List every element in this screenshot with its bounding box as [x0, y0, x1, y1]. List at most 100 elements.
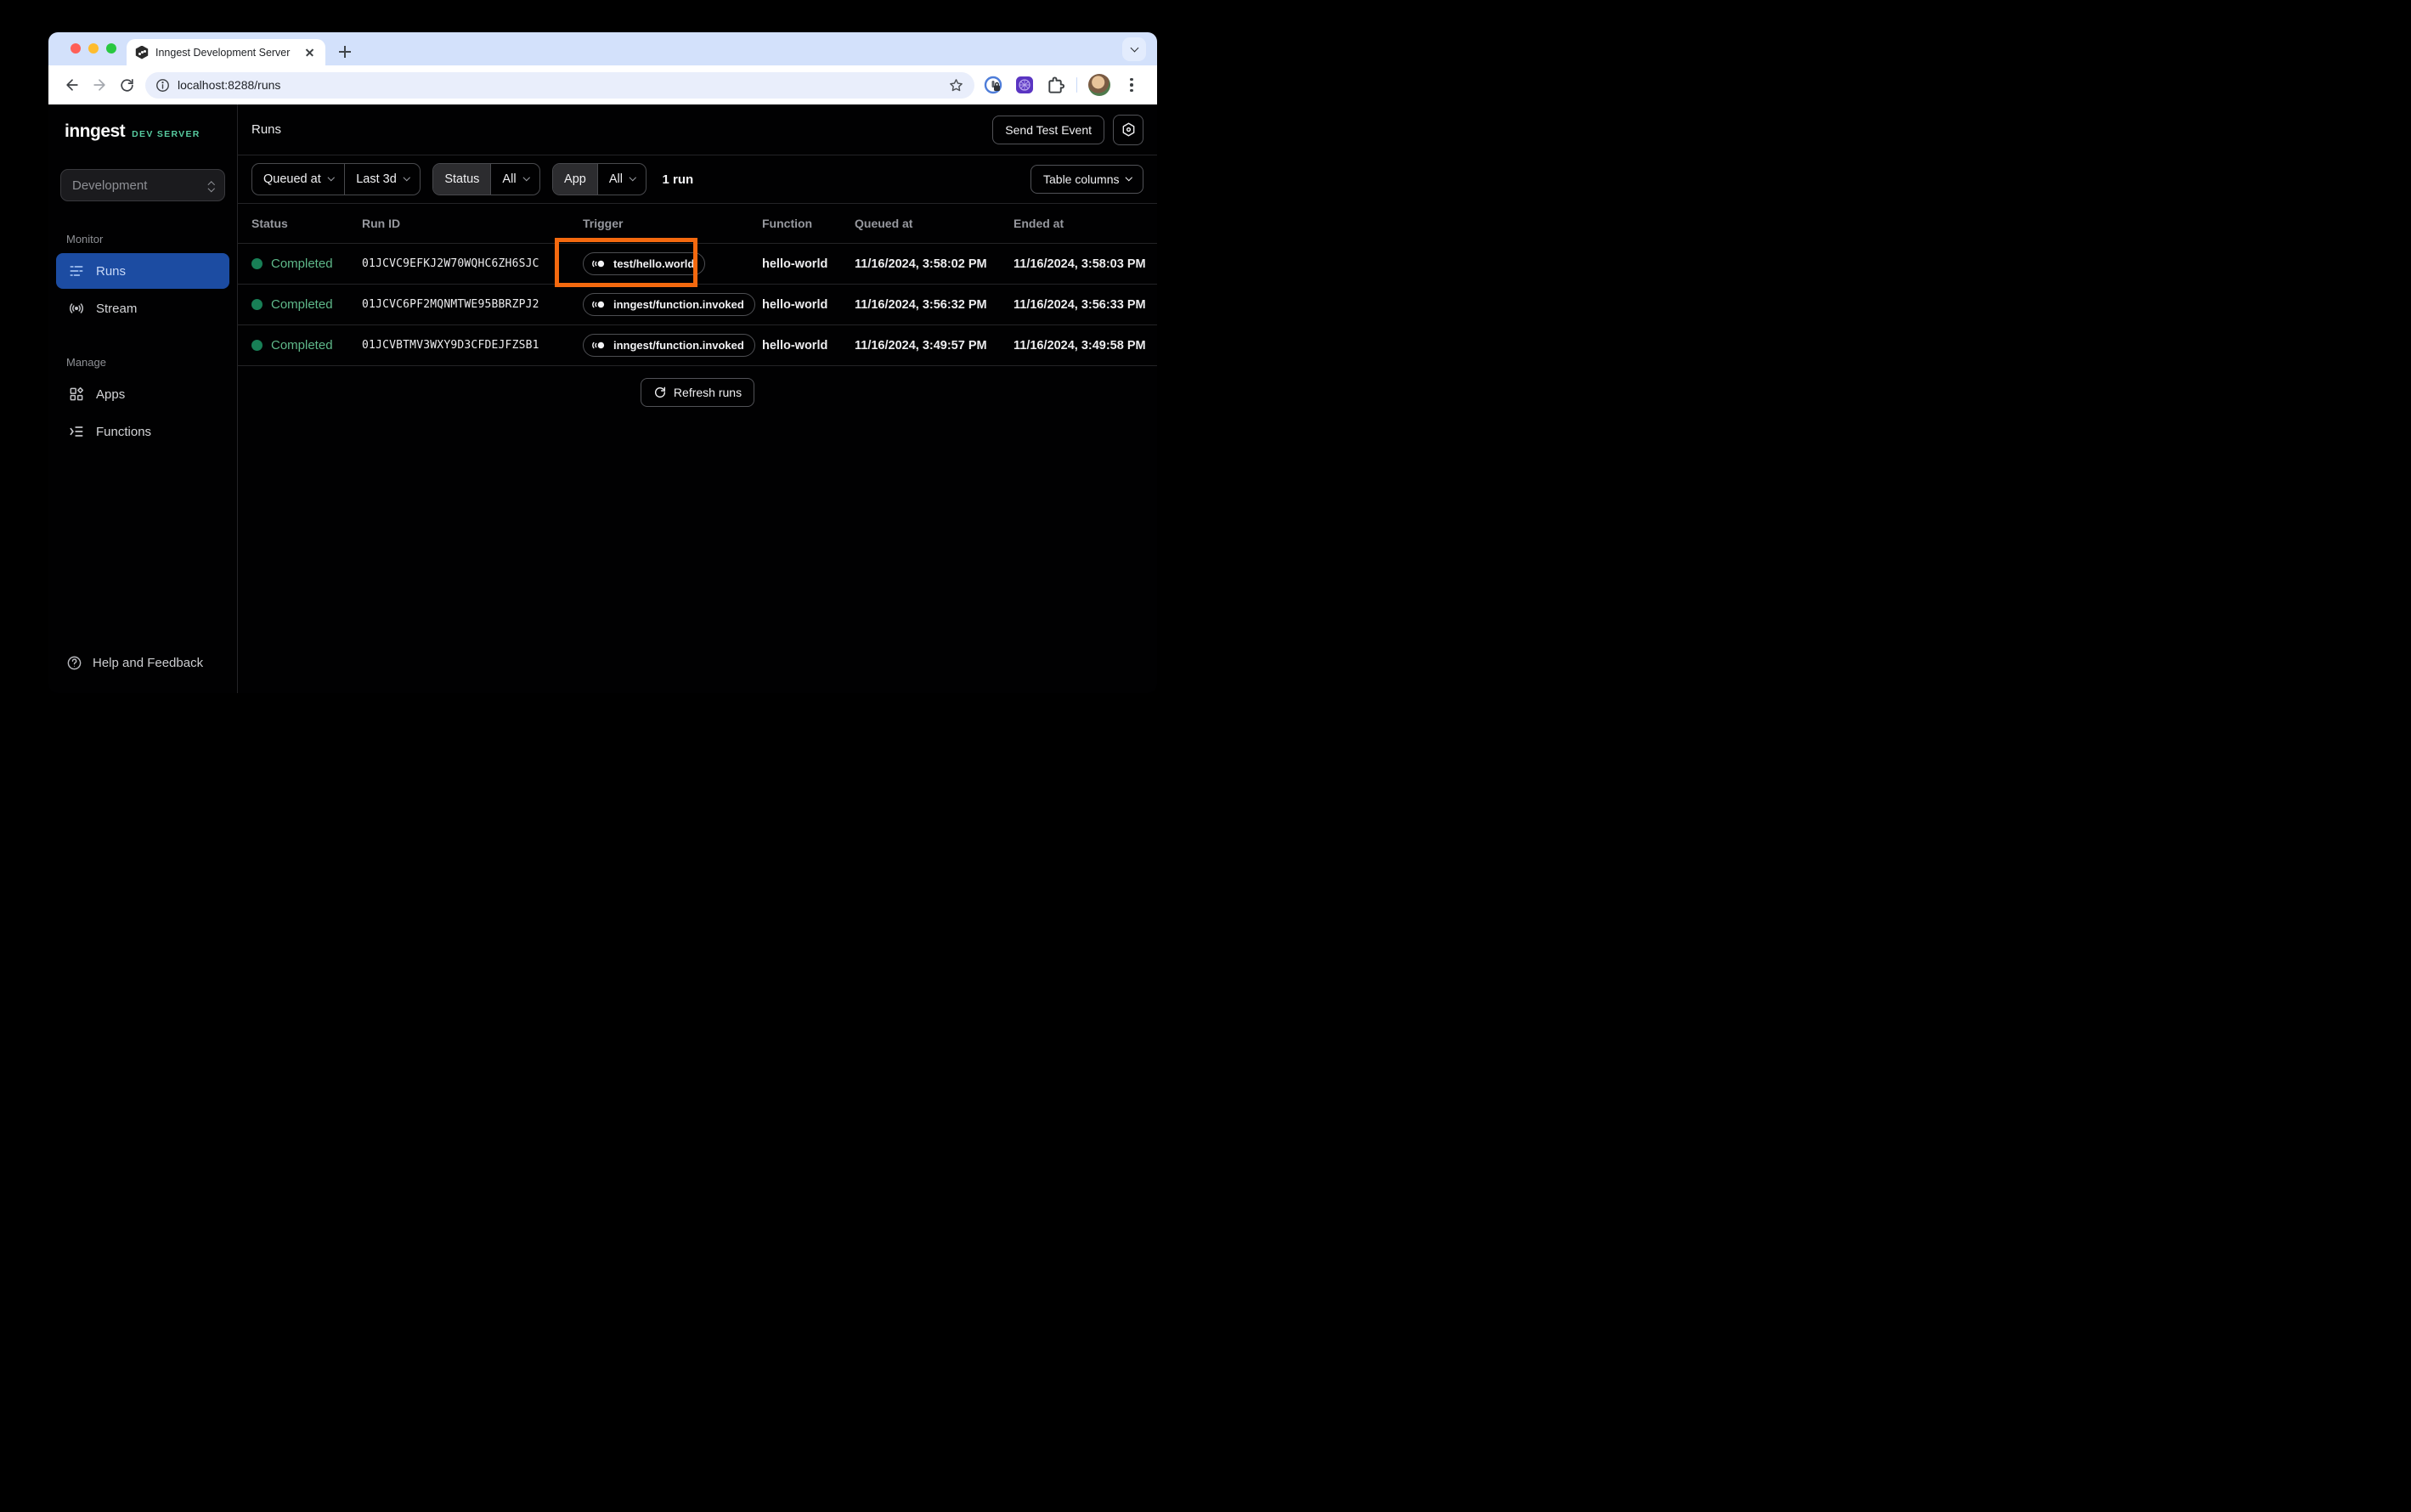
status-filter-value[interactable]: All: [491, 164, 539, 195]
browser-window: Inngest Development Server localhost:828…: [48, 32, 1157, 693]
sidebar-item-label: Runs: [96, 263, 127, 279]
send-test-event-button[interactable]: Send Test Event: [992, 115, 1104, 144]
inngest-favicon-icon: [135, 45, 149, 59]
sidebar-item-functions[interactable]: Functions: [56, 414, 229, 449]
time-field-label: Queued at: [263, 172, 321, 186]
table-columns-button[interactable]: Table columns: [1030, 165, 1143, 194]
ended-at-time: 11/16/2024, 3:49:58 PM: [1014, 338, 1146, 353]
stream-icon: [70, 303, 83, 313]
sidebar-item-runs[interactable]: Runs: [56, 253, 229, 289]
sidebar-item-label: Apps: [96, 386, 126, 402]
address-bar[interactable]: localhost:8288/runs: [145, 71, 974, 99]
logo-row: inngest DEV SERVER: [48, 121, 237, 142]
trigger-name: inngest/function.invoked: [613, 339, 744, 352]
queued-at-time: 11/16/2024, 3:56:32 PM: [855, 297, 987, 312]
gear-icon: [1122, 122, 1134, 137]
column-header-trigger: Trigger: [583, 217, 624, 230]
browser-tab[interactable]: Inngest Development Server: [127, 39, 325, 65]
browser-menu-button[interactable]: [1121, 75, 1142, 95]
page-title: Runs: [251, 122, 282, 137]
sidebar: inngest DEV SERVER Development Monitor R…: [48, 104, 238, 693]
trigger-name: test/hello.world: [613, 257, 695, 270]
time-filter-group: Queued at Last 3d: [251, 163, 421, 195]
trigger-name: inngest/function.invoked: [613, 298, 744, 311]
table-row[interactable]: Completed 01JCVBTMV3WXY9D3CFDEJFZSB1 inn…: [238, 325, 1157, 366]
function-name[interactable]: hello-world: [748, 339, 841, 353]
event-icon: [592, 260, 605, 268]
reload-button[interactable]: [113, 71, 140, 99]
dev-server-badge: DEV SERVER: [132, 129, 200, 139]
refresh-icon: [654, 386, 665, 398]
sidebar-item-apps[interactable]: Apps: [56, 376, 229, 412]
column-header-ended-at: Ended at: [1014, 217, 1064, 230]
refresh-runs-button[interactable]: Refresh runs: [640, 378, 755, 407]
window-controls: [71, 43, 116, 54]
ended-at-time: 11/16/2024, 3:58:03 PM: [1014, 257, 1146, 271]
status-dot-completed: [251, 258, 263, 269]
table-columns-label: Table columns: [1043, 172, 1120, 186]
close-window-button[interactable]: [71, 43, 81, 54]
run-id[interactable]: 01JCVC9EFKJ2W70WQHC6ZH6SJC: [348, 257, 569, 270]
settings-button[interactable]: [1113, 114, 1143, 145]
url-text[interactable]: localhost:8288/runs: [178, 78, 940, 92]
toolbar-separator: [1076, 77, 1077, 93]
sidebar-item-stream[interactable]: Stream: [56, 291, 229, 326]
trigger-badge[interactable]: test/hello.world: [583, 252, 706, 275]
page-header: Runs Send Test Event: [238, 104, 1157, 155]
runs-page: Runs Send Test Event Queued at Last 3d S…: [238, 104, 1157, 693]
table-row[interactable]: Completed 01JCVC6PF2MQNMTWE95BBRZPJ2 inn…: [238, 285, 1157, 325]
run-count: 1 run: [662, 172, 694, 187]
help-and-feedback[interactable]: Help and Feedback: [48, 636, 237, 693]
chevron-down-icon: [629, 174, 636, 181]
nav-section-monitor: Monitor: [66, 233, 104, 245]
queued-at-time: 11/16/2024, 3:49:57 PM: [855, 338, 987, 353]
extension-area: [983, 74, 1143, 96]
status-filter-group: Status All: [432, 163, 541, 195]
chevron-down-icon: [403, 174, 410, 181]
table-header: Status Run ID Trigger Function Queued at…: [238, 204, 1157, 244]
filter-bar: Queued at Last 3d Status All App All 1 r…: [238, 155, 1157, 204]
bookmark-star-icon[interactable]: [948, 77, 964, 93]
status-dot-completed: [251, 299, 263, 310]
app-filter-group: App All: [552, 163, 647, 195]
inngest-app: inngest DEV SERVER Development Monitor R…: [48, 104, 1157, 693]
browser-toolbar: localhost:8288/runs: [48, 65, 1157, 104]
chevron-down-icon: [1130, 43, 1138, 52]
status-dot-completed: [251, 340, 263, 351]
back-button[interactable]: [59, 71, 86, 99]
apps-icon: [70, 386, 84, 401]
trigger-badge[interactable]: inngest/function.invoked: [583, 334, 755, 357]
extensions-puzzle-icon[interactable]: [1046, 76, 1065, 95]
forward-button[interactable]: [86, 71, 113, 99]
runs-icon: [70, 266, 83, 276]
profile-avatar[interactable]: [1088, 74, 1110, 96]
function-name[interactable]: hello-world: [748, 257, 841, 271]
purple-extension-icon[interactable]: [1014, 75, 1035, 95]
status-text: Completed: [271, 338, 333, 353]
select-chevrons-icon: [207, 180, 215, 192]
tab-search-button[interactable]: [1122, 37, 1146, 61]
ended-at-time: 11/16/2024, 3:56:33 PM: [1014, 297, 1146, 312]
table-row[interactable]: Completed 01JCVC9EFKJ2W70WQHC6ZH6SJC tes…: [238, 244, 1157, 285]
column-header-queued-at: Queued at: [855, 217, 913, 230]
app-filter-label: App: [553, 164, 597, 195]
site-info-icon[interactable]: [155, 78, 170, 93]
environment-value: Development: [72, 178, 148, 193]
new-tab-button[interactable]: [334, 41, 356, 63]
trigger-badge[interactable]: inngest/function.invoked: [583, 293, 755, 316]
time-range-filter[interactable]: Last 3d: [345, 164, 420, 195]
app-filter-value[interactable]: All: [598, 164, 647, 195]
functions-icon: [70, 426, 83, 437]
password-manager-extension-icon[interactable]: [983, 75, 1003, 95]
function-name[interactable]: hello-world: [748, 298, 841, 312]
environment-select[interactable]: Development: [60, 169, 225, 201]
forward-arrow-icon: [93, 79, 105, 91]
minimize-window-button[interactable]: [88, 43, 99, 54]
run-id[interactable]: 01JCVC6PF2MQNMTWE95BBRZPJ2: [348, 298, 569, 311]
column-header-status: Status: [251, 217, 288, 230]
time-field-filter[interactable]: Queued at: [252, 164, 344, 195]
maximize-window-button[interactable]: [106, 43, 116, 54]
tab-close-icon[interactable]: [303, 46, 317, 59]
chevron-down-icon: [522, 174, 530, 181]
run-id[interactable]: 01JCVBTMV3WXY9D3CFDEJFZSB1: [348, 339, 569, 352]
